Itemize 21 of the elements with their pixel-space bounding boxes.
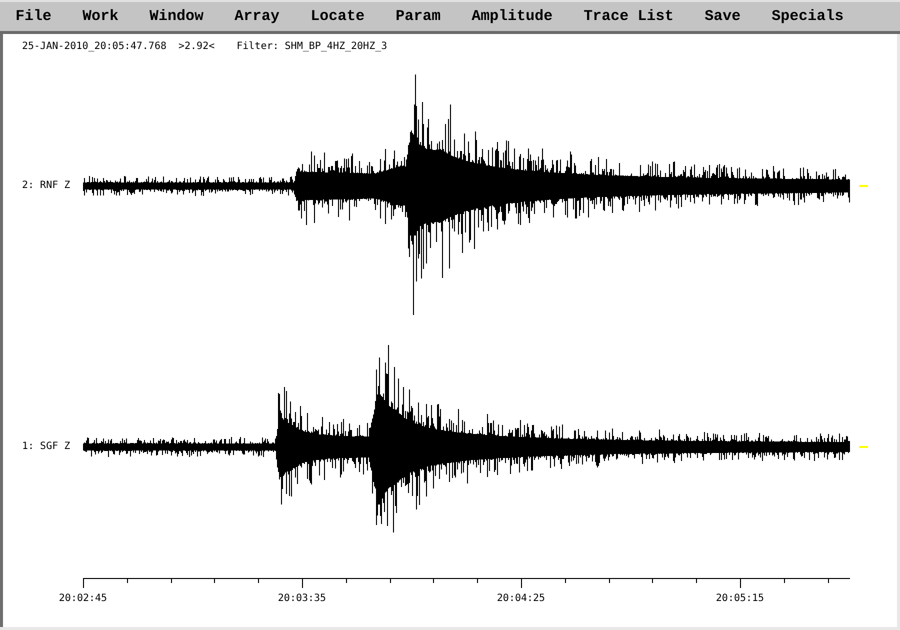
marker-icon	[859, 446, 868, 448]
menu-item[interactable]: Window	[134, 2, 220, 31]
time-label: 20:04:25	[496, 593, 546, 604]
menu-item[interactable]: Work	[67, 2, 134, 31]
menu-item[interactable]: Locate	[295, 2, 380, 31]
menu-item[interactable]: Array	[219, 2, 296, 31]
menu-item[interactable]: Amplitude	[456, 2, 568, 31]
time-label: 20:03:35	[278, 593, 326, 604]
menu-item[interactable]: Trace List	[568, 2, 690, 31]
menu-item[interactable]: Param	[380, 2, 456, 31]
filter-text: Filter: SHM_BP_4HZ_20HZ_3	[236, 41, 388, 53]
amplitude-reading: >2.92<	[178, 41, 215, 53]
menu-item[interactable]: File	[0, 2, 68, 31]
marker-icon	[859, 185, 868, 187]
menu-item[interactable]: Save	[689, 2, 756, 31]
trace-label: 1: SGF Z	[22, 441, 70, 453]
time-label: 20:02:45	[58, 593, 108, 604]
timestamp-text: 25-JAN-2010_20:05:47.768	[22, 41, 166, 53]
time-label: 20:05:15	[716, 593, 764, 604]
trace-label: 2: RNF Z	[22, 180, 70, 192]
menu-item[interactable]: Specials	[756, 2, 860, 31]
